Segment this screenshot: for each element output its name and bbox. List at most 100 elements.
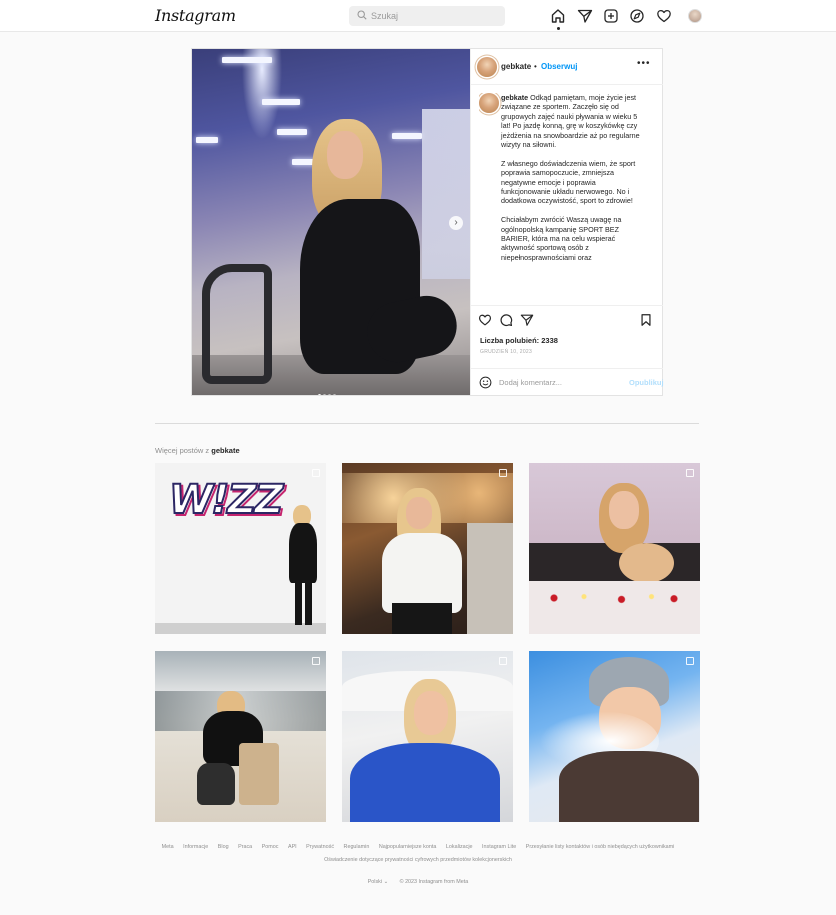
footer-link[interactable]: Meta (162, 844, 174, 850)
caption-paragraph: Chciałabym zwrócić Waszą uwagę na ogólno… (501, 215, 622, 262)
post-sidebar: gebkate • Obserwuj ••• gebkate Odkąd pam… (470, 49, 664, 396)
footer-links: Meta Informacje Blog Praca Pomoc API Pry… (0, 844, 836, 850)
home-icon[interactable] (550, 8, 566, 24)
direct-icon[interactable] (577, 8, 593, 24)
post-header: gebkate • Obserwuj ••• (471, 49, 663, 85)
comment-input[interactable] (499, 375, 619, 390)
publish-button[interactable]: Opublikuj (629, 378, 664, 387)
footer-privacy-link[interactable]: Oświadczenie dotyczące prywatności cyfro… (0, 857, 836, 863)
bar-counter (467, 523, 513, 634)
comment-icon[interactable] (499, 313, 513, 327)
like-count[interactable]: Liczba polubień: 2338 (480, 336, 558, 345)
footer-link[interactable]: Blog (218, 844, 229, 850)
more-posts-prefix: Więcej postów z (155, 446, 210, 455)
carousel-next-button[interactable]: › (449, 216, 463, 230)
search-box[interactable] (349, 6, 505, 26)
language-select[interactable]: Polski ⌄ (368, 879, 388, 885)
footer-link[interactable]: Informacje (183, 844, 208, 850)
person-leg (295, 581, 302, 625)
multi-photo-icon (499, 657, 507, 665)
footer-link[interactable]: Instagram Lite (482, 844, 516, 850)
christmas-ornaments (539, 591, 689, 605)
post-actions: Liczba polubień: 2338 GRUDZIEŃ 10, 2023 … (471, 305, 664, 396)
more-posts-title: Więcej postów z gebkate (155, 446, 240, 455)
gym-window (422, 109, 470, 279)
multi-photo-icon (499, 469, 507, 477)
carousel-dots (318, 384, 338, 395)
dot-separator: • (534, 62, 537, 71)
grid-post-airport[interactable] (155, 651, 326, 822)
multi-photo-icon (312, 469, 320, 477)
footer-link[interactable]: Lokalizacje (446, 844, 473, 850)
person-face (609, 491, 639, 529)
backpack (197, 763, 235, 805)
footer-link[interactable]: Prywatność (306, 844, 334, 850)
grid-post-wizz[interactable]: W!ZZ W!ZZ (155, 463, 326, 634)
profile-avatar[interactable] (688, 9, 702, 23)
share-icon[interactable] (520, 313, 534, 327)
multi-photo-icon (686, 657, 694, 665)
explore-icon[interactable] (629, 8, 645, 24)
ceiling-light (222, 57, 272, 63)
ceiling-light (196, 137, 218, 143)
footer-link[interactable]: Najpopularniejsze konta (379, 844, 437, 850)
like-heart-icon[interactable] (478, 313, 492, 327)
emoji-icon[interactable] (479, 376, 492, 389)
carousel-dot (333, 394, 336, 395)
activity-heart-icon[interactable] (656, 8, 672, 24)
new-post-icon[interactable] (603, 8, 619, 24)
person-body (289, 523, 317, 583)
exercise-bike (202, 264, 272, 384)
footer-link[interactable]: API (288, 844, 297, 850)
ceiling-light (392, 133, 422, 139)
ceiling-light (277, 129, 307, 135)
bookmark-icon[interactable] (639, 313, 653, 327)
carousel-dot (323, 394, 326, 395)
white-blanket (529, 581, 700, 634)
carousel-dot (318, 394, 321, 395)
footer-link[interactable]: Praca (238, 844, 252, 850)
caption-avatar[interactable] (479, 93, 499, 113)
grid-post-restaurant[interactable] (342, 463, 513, 634)
post-photo[interactable]: › (192, 49, 470, 395)
footer-link[interactable]: Przesyłanie listy kontaktów i osób niebę… (526, 844, 675, 850)
copyright: © 2023 Instagram from Meta (399, 879, 469, 885)
footer-link[interactable]: Pomoc (262, 844, 279, 850)
multi-photo-icon (312, 657, 320, 665)
terminal-ceiling (155, 651, 326, 691)
search-input[interactable] (371, 8, 499, 24)
suitcase (239, 743, 279, 805)
grid-post-cat[interactable] (529, 463, 700, 634)
post-card: › gebkate • Obserwuj ••• gebkate Odkąd p… (191, 48, 664, 396)
grid-post-winter[interactable] (529, 651, 700, 822)
carousel-dot (328, 394, 331, 395)
footer-link[interactable]: Regulamin (344, 844, 370, 850)
blue-jacket (350, 743, 500, 822)
follow-button[interactable]: Obserwuj (541, 62, 577, 71)
multi-photo-icon (686, 469, 694, 477)
instagram-logo[interactable]: Instagram (155, 6, 236, 25)
author-username[interactable]: gebkate (501, 62, 531, 71)
grid-post-plane[interactable] (342, 651, 513, 822)
person-face (414, 691, 448, 735)
ceiling-light (262, 99, 300, 105)
more-posts-username[interactable]: gebkate (211, 446, 239, 455)
white-shirt (382, 533, 462, 613)
caption-area: gebkate Odkąd pamiętam, moje życie jest … (479, 93, 659, 301)
caption-paragraph: Z własnego doświadczenia wiem, że sport … (501, 158, 636, 206)
post-date: GRUDZIEŃ 10, 2023 (480, 349, 533, 355)
caption-text: gebkate Odkąd pamiętam, moje życie jest … (501, 93, 645, 272)
person-leg (305, 581, 312, 625)
author-avatar[interactable] (477, 57, 497, 77)
comment-form: Opublikuj (471, 368, 664, 396)
section-divider (155, 423, 699, 424)
person-face (327, 131, 363, 179)
caption-username[interactable]: gebkate (501, 93, 528, 102)
active-page-indicator (557, 27, 560, 30)
cat (619, 543, 674, 583)
top-nav-bar: Instagram (0, 0, 836, 32)
dark-jacket (559, 751, 699, 822)
more-options-icon[interactable]: ••• (637, 58, 651, 69)
wizz-logo: W!ZZ (168, 476, 284, 524)
person-face (406, 497, 432, 529)
